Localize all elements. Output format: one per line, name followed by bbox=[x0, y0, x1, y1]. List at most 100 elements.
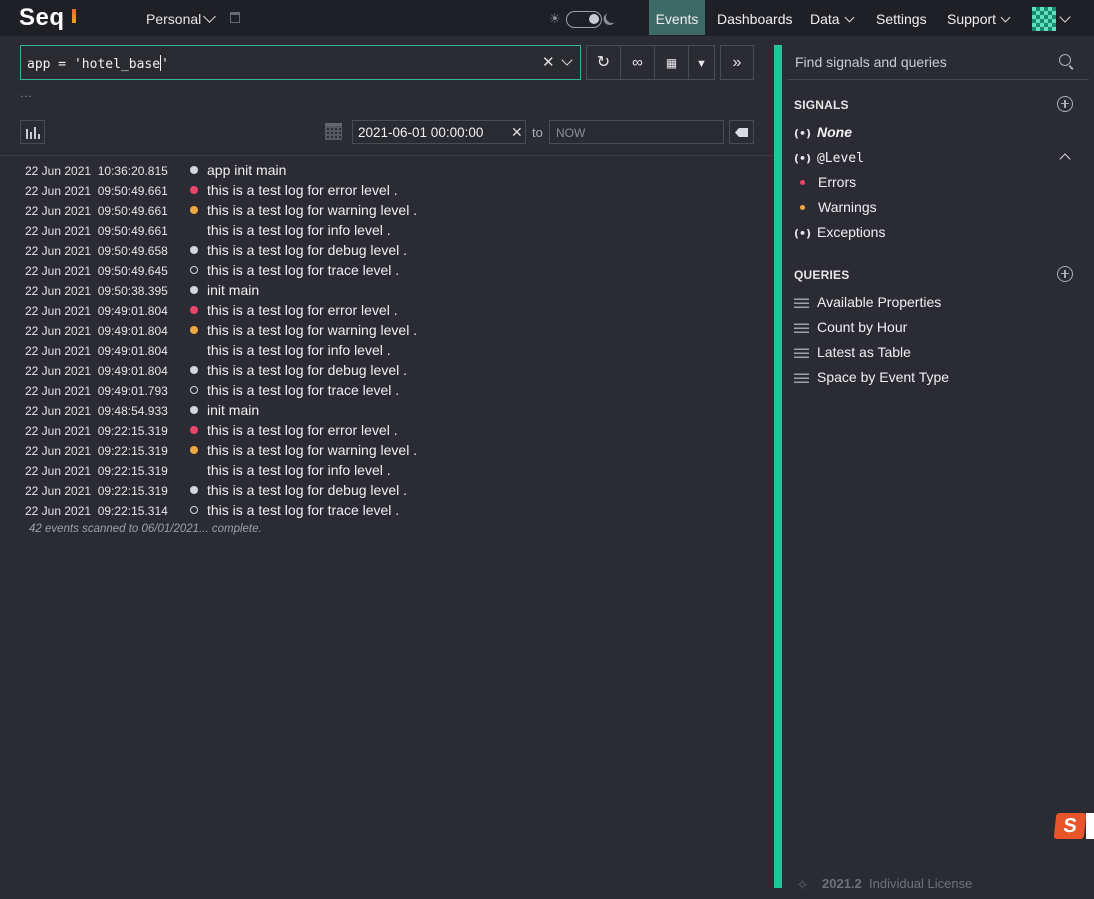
add-signal-icon[interactable] bbox=[1057, 96, 1073, 112]
histogram-button[interactable] bbox=[20, 120, 45, 144]
chevron-up-icon[interactable] bbox=[1059, 153, 1071, 165]
layout-button[interactable]: ▦ bbox=[655, 46, 689, 79]
link-button[interactable]: ∞ bbox=[621, 46, 655, 79]
event-message: this is a test log for trace level . bbox=[207, 262, 400, 278]
event-row[interactable]: 22 Jun 2021 09:49:01.804 this is a test l… bbox=[0, 360, 770, 380]
pin-icon[interactable] bbox=[230, 12, 240, 23]
signal-warnings[interactable]: Warnings bbox=[818, 199, 877, 215]
event-timestamp: 22 Jun 2021 09:22:15.319 bbox=[25, 484, 168, 498]
level-indicator-icon bbox=[190, 266, 198, 274]
ime-overlay-badge[interactable]: S bbox=[1053, 813, 1087, 839]
chevron-down-icon[interactable] bbox=[561, 54, 573, 66]
event-message: this is a test log for info level . bbox=[207, 342, 391, 358]
refresh-button[interactable]: ↻ bbox=[587, 46, 621, 79]
expand-pane-button[interactable]: » bbox=[721, 46, 753, 79]
event-message: this is a test log for info level . bbox=[207, 462, 391, 478]
event-message: this is a test log for trace level . bbox=[207, 502, 400, 518]
event-row[interactable]: 22 Jun 2021 09:50:38.395 init main bbox=[0, 280, 770, 300]
query-more[interactable]: ... bbox=[20, 86, 33, 100]
level-indicator-icon bbox=[190, 366, 198, 374]
layout-dropdown-button[interactable]: ▼ bbox=[689, 46, 714, 79]
event-row[interactable]: 22 Jun 2021 09:50:49.661 this is a test l… bbox=[0, 180, 770, 200]
event-row[interactable]: 22 Jun 2021 10:36:20.815 app init main bbox=[0, 160, 770, 180]
query-actions: ↻ ∞ ▦ ▼ bbox=[586, 45, 715, 80]
query-label: Count by Hour bbox=[817, 319, 908, 335]
event-message: app init main bbox=[207, 162, 287, 178]
license-text: Individual License bbox=[869, 876, 973, 891]
signal-none[interactable]: (•) None bbox=[794, 124, 852, 144]
clear-range-button[interactable] bbox=[729, 120, 754, 144]
search-icon[interactable] bbox=[1059, 54, 1071, 66]
level-indicator-icon bbox=[190, 446, 198, 454]
histogram-bar bbox=[38, 134, 40, 139]
event-row[interactable]: 22 Jun 2021 09:22:15.319 this is a test l… bbox=[0, 440, 770, 460]
histogram-bar bbox=[34, 127, 36, 139]
query-latest-as-table[interactable]: Latest as Table bbox=[794, 344, 911, 364]
theme-toggle[interactable] bbox=[566, 11, 602, 28]
histogram-bar bbox=[26, 129, 28, 139]
signal-exceptions-label: Exceptions bbox=[816, 224, 886, 240]
nav-dashboards[interactable]: Dashboards bbox=[717, 0, 793, 35]
event-row[interactable]: 22 Jun 2021 09:49:01.804 this is a test l… bbox=[0, 340, 770, 360]
event-timestamp: 22 Jun 2021 09:50:49.661 bbox=[25, 184, 168, 198]
close-icon[interactable]: ✕ bbox=[511, 124, 523, 141]
event-row[interactable]: 22 Jun 2021 09:49:01.793 this is a test l… bbox=[0, 380, 770, 400]
event-row[interactable]: 22 Jun 2021 09:49:01.804 this is a test l… bbox=[0, 320, 770, 340]
event-row[interactable]: 22 Jun 2021 09:50:49.661 this is a test l… bbox=[0, 200, 770, 220]
event-row[interactable]: 22 Jun 2021 09:22:15.314 this is a test l… bbox=[0, 500, 770, 520]
ime-overlay-tab[interactable] bbox=[1086, 813, 1094, 839]
event-row[interactable]: 22 Jun 2021 09:50:49.661 this is a test l… bbox=[0, 220, 770, 240]
pane-splitter[interactable] bbox=[774, 45, 782, 888]
event-row[interactable]: 22 Jun 2021 09:50:49.645 this is a test l… bbox=[0, 260, 770, 280]
event-message: this is a test log for error level . bbox=[207, 182, 398, 198]
signal-level[interactable]: (•) @Level bbox=[794, 149, 864, 169]
level-indicator-icon bbox=[190, 206, 198, 214]
version-number: 2021.2 bbox=[822, 876, 862, 891]
signal-search-input[interactable]: Find signals and queries bbox=[795, 54, 947, 70]
query-available-properties[interactable]: Available Properties bbox=[794, 294, 941, 314]
status-line: 42 events scanned to 06/01/2021... compl… bbox=[29, 523, 262, 535]
level-indicator-icon bbox=[190, 166, 198, 174]
calendar-icon[interactable] bbox=[325, 123, 342, 140]
nav-settings[interactable]: Settings bbox=[876, 0, 927, 35]
query-text-main: app = 'hotel_base bbox=[27, 57, 161, 72]
query-icon bbox=[794, 298, 809, 308]
add-query-icon[interactable] bbox=[1057, 266, 1073, 282]
event-timestamp: 22 Jun 2021 10:36:20.815 bbox=[25, 164, 168, 178]
signal-exceptions[interactable]: (•) Exceptions bbox=[794, 224, 885, 244]
query-text[interactable]: app = 'hotel_base' bbox=[27, 55, 169, 72]
event-row[interactable]: 22 Jun 2021 09:49:01.804 this is a test l… bbox=[0, 300, 770, 320]
signal-errors[interactable]: Errors bbox=[818, 174, 856, 190]
query-label: Space by Event Type bbox=[817, 369, 950, 385]
close-icon[interactable]: ✕ bbox=[542, 53, 555, 71]
nav-data-label: Data bbox=[810, 11, 840, 27]
event-row[interactable]: 22 Jun 2021 09:48:54.933 init main bbox=[0, 400, 770, 420]
query-count-by-hour[interactable]: Count by Hour bbox=[794, 319, 907, 339]
nav-events[interactable]: Events bbox=[649, 0, 705, 35]
event-timestamp: 22 Jun 2021 09:22:15.319 bbox=[25, 424, 168, 438]
nav-support[interactable]: Support bbox=[947, 0, 1011, 35]
chevron-down-icon bbox=[844, 12, 855, 23]
chevron-down-icon[interactable] bbox=[1059, 11, 1071, 23]
refresh-icon: ↻ bbox=[596, 54, 611, 71]
event-row[interactable]: 22 Jun 2021 09:50:49.658 this is a test l… bbox=[0, 240, 770, 260]
event-timestamp: 22 Jun 2021 09:48:54.933 bbox=[25, 404, 168, 418]
level-indicator-icon bbox=[190, 186, 198, 194]
event-message: this is a test log for error level . bbox=[207, 302, 398, 318]
event-message: this is a test log for debug level . bbox=[207, 482, 407, 498]
event-row[interactable]: 22 Jun 2021 09:22:15.319 this is a test l… bbox=[0, 460, 770, 480]
broadcast-icon: (•) bbox=[794, 152, 812, 165]
date-from-field[interactable]: 2021-06-01 00:00:00 ✕ bbox=[352, 120, 526, 144]
date-to-field[interactable]: NOW bbox=[549, 120, 724, 144]
workspace-selector[interactable]: Personal bbox=[146, 11, 201, 27]
seq-logo[interactable]: Seq bbox=[19, 4, 65, 32]
event-message: this is a test log for warning level . bbox=[207, 442, 418, 458]
event-row[interactable]: 22 Jun 2021 09:22:15.319 this is a test l… bbox=[0, 420, 770, 440]
user-avatar[interactable] bbox=[1032, 7, 1056, 31]
chevron-down-icon[interactable] bbox=[203, 10, 216, 23]
query-space-by-event-type[interactable]: Space by Event Type bbox=[794, 369, 949, 389]
event-row[interactable]: 22 Jun 2021 09:22:15.319 this is a test l… bbox=[0, 480, 770, 500]
nav-data[interactable]: Data bbox=[810, 0, 855, 35]
chevron-down-icon: ▼ bbox=[696, 58, 707, 70]
query-input[interactable]: app = 'hotel_base' ✕ bbox=[20, 45, 581, 80]
